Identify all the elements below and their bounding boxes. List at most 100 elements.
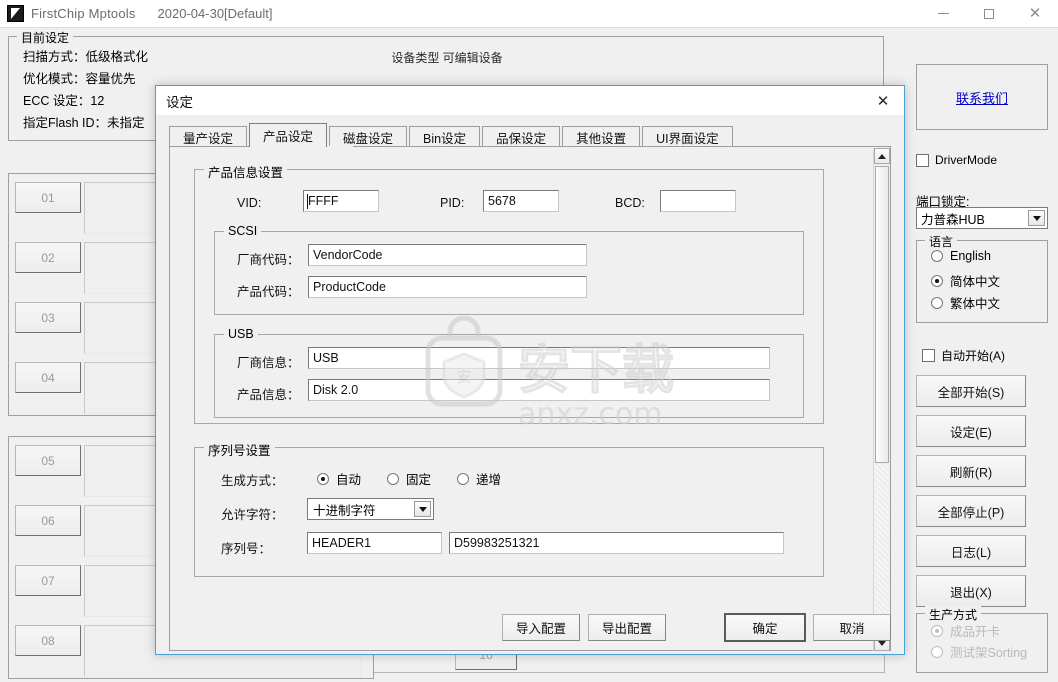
chevron-down-icon[interactable] — [414, 501, 431, 517]
slot-button-05[interactable]: 05 — [15, 445, 81, 476]
window-body: 目前设定 扫描方式：低级格式化 优化模式：容量优先 ECC 设定：12 指定Fl… — [0, 28, 1058, 682]
tab-other-settings[interactable]: 其他设置 — [562, 126, 641, 147]
window-controls: ✕ — [920, 0, 1058, 28]
radio-production-finished[interactable]: 成品开卡 — [931, 621, 1000, 640]
vid-input[interactable]: FFFF — [303, 190, 379, 212]
auto-start-label: 自动开始(A) — [941, 349, 1005, 363]
bcd-input[interactable] — [660, 190, 736, 212]
current-settings-title: 目前设定 — [17, 29, 74, 46]
serial-body-input[interactable]: D59983251321 — [449, 532, 784, 554]
tab-bin-settings[interactable]: Bin设定 — [409, 126, 481, 147]
setting-flash-id: 指定Flash ID：未指定 — [23, 116, 145, 130]
radio-serial-auto[interactable]: 自动 — [317, 469, 361, 488]
window-titlebar: FirstChip Mptools 2020-04-30[Default] ✕ — [0, 0, 1058, 28]
tab-qa-settings[interactable]: 品保设定 — [482, 126, 561, 147]
tab-mass-production[interactable]: 量产设定 — [169, 126, 248, 147]
slot-button-06[interactable]: 06 — [15, 505, 81, 536]
app-flag-icon — [7, 5, 24, 22]
serial-mode-label: 生成方式： — [221, 474, 284, 488]
export-config-button[interactable]: 导出配置 — [588, 614, 666, 641]
ok-button[interactable]: 确定 — [724, 613, 806, 642]
log-button[interactable]: 日志(L) — [916, 535, 1026, 567]
language-group: 语言 English 简体中文 繁体中文 — [916, 233, 1048, 323]
dialog-tab-page: 产品信息设置 VID: FFFF PID: 5678 BCD: SCSI 厂商代… — [169, 146, 891, 651]
language-group-title: 语言 — [925, 233, 958, 250]
usb-product-label: 产品信息： — [237, 388, 300, 402]
scsi-vendor-input[interactable]: VendorCode — [308, 244, 587, 266]
start-all-button[interactable]: 全部开始(S) — [916, 375, 1026, 407]
slot-button-04[interactable]: 04 — [15, 362, 81, 393]
close-button[interactable]: ✕ — [1012, 0, 1058, 28]
pid-label: PID: — [440, 196, 465, 210]
slot-button-07[interactable]: 07 — [15, 565, 81, 596]
serial-header-value: HEADER1 — [312, 536, 372, 550]
tab-product-settings[interactable]: 产品设定 — [249, 123, 328, 147]
usb-product-value: Disk 2.0 — [313, 383, 359, 397]
app-root: FirstChip Mptools 2020-04-30[Default] ✕ … — [0, 0, 1058, 682]
slot-button-01[interactable]: 01 — [15, 182, 81, 213]
exit-button[interactable]: 退出(X) — [916, 575, 1026, 607]
radio-label: 递增 — [476, 473, 502, 487]
usb-vendor-input[interactable]: USB — [308, 347, 770, 369]
usb-vendor-value: USB — [313, 351, 339, 365]
scroll-up-icon[interactable] — [874, 148, 890, 164]
driver-mode-label: DriverMode — [935, 153, 998, 167]
radio-label: 自动 — [336, 473, 362, 487]
scsi-vendor-label: 厂商代码： — [237, 253, 300, 267]
radio-icon — [457, 472, 469, 485]
radio-label: 测试架Sorting — [950, 646, 1028, 660]
contact-us-link[interactable]: 联系我们 — [956, 88, 1008, 107]
minimize-icon — [937, 13, 949, 14]
radio-label: English — [950, 249, 991, 263]
scsi-group: SCSI 厂商代码： VendorCode 产品代码： ProductCode — [214, 224, 804, 315]
radio-icon-selected — [317, 472, 329, 485]
radio-label: 固定 — [406, 473, 432, 487]
checkbox-icon — [916, 153, 929, 167]
chevron-down-icon[interactable] — [1028, 210, 1045, 226]
tab-disk-settings[interactable]: 磁盘设定 — [329, 126, 408, 147]
tabpage-scrollbar[interactable] — [873, 148, 890, 651]
middle-header-label: 设备类型 可编辑设备 — [391, 51, 503, 65]
radio-language-english[interactable]: English — [931, 249, 991, 263]
slot-button-03[interactable]: 03 — [15, 302, 81, 333]
refresh-button[interactable]: 刷新(R) — [916, 455, 1026, 487]
setting-ecc: ECC 设定：12 — [23, 94, 105, 108]
cancel-button[interactable]: 取消 — [813, 614, 891, 641]
dialog-close-button[interactable]: ✕ — [862, 86, 904, 115]
radio-language-simplified-chinese[interactable]: 简体中文 — [931, 271, 1000, 290]
scsi-product-label: 产品代码： — [237, 285, 300, 299]
scsi-product-input[interactable]: ProductCode — [308, 276, 587, 298]
pid-input[interactable]: 5678 — [483, 190, 559, 212]
maximize-icon — [984, 8, 994, 19]
radio-production-sorting[interactable]: 测试架Sorting — [931, 642, 1027, 661]
serial-charset-combobox[interactable]: 十进制字符 — [307, 498, 434, 520]
serial-header-input[interactable]: HEADER1 — [307, 532, 442, 554]
settings-button[interactable]: 设定(E) — [916, 415, 1026, 447]
radio-icon-selected — [931, 274, 943, 287]
scrollbar-track[interactable] — [875, 464, 889, 634]
tab-ui-settings[interactable]: UI界面设定 — [642, 126, 733, 147]
stop-all-button[interactable]: 全部停止(P) — [916, 495, 1026, 527]
production-mode-group: 生产方式 成品开卡 测试架Sorting — [916, 606, 1048, 673]
slot-button-02[interactable]: 02 — [15, 242, 81, 273]
slot-button-08[interactable]: 08 — [15, 625, 81, 656]
checkbox-icon — [922, 349, 935, 362]
radio-icon — [931, 296, 943, 309]
bcd-label: BCD: — [615, 196, 645, 210]
contact-box: 联系我们 — [916, 64, 1048, 130]
port-lock-combobox[interactable]: 力普森HUB — [916, 207, 1048, 229]
scrollbar-thumb[interactable] — [875, 166, 889, 463]
import-config-button[interactable]: 导入配置 — [502, 614, 580, 641]
maximize-button[interactable] — [966, 0, 1012, 28]
radio-language-traditional-chinese[interactable]: 繁体中文 — [931, 293, 1000, 312]
radio-label: 成品开卡 — [950, 625, 1001, 639]
vid-label: VID: — [237, 196, 262, 210]
minimize-button[interactable] — [920, 0, 966, 28]
radio-serial-increment[interactable]: 递增 — [457, 469, 501, 488]
driver-mode-checkbox[interactable]: DriverMode — [916, 153, 997, 167]
radio-serial-fixed[interactable]: 固定 — [387, 469, 431, 488]
usb-product-input[interactable]: Disk 2.0 — [308, 379, 770, 401]
dialog-tabstrip: 量产设定 产品设定 磁盘设定 Bin设定 品保设定 其他设置 UI界面设定 — [169, 123, 891, 147]
auto-start-checkbox[interactable]: 自动开始(A) — [922, 347, 1005, 364]
pid-value: 5678 — [488, 194, 516, 208]
